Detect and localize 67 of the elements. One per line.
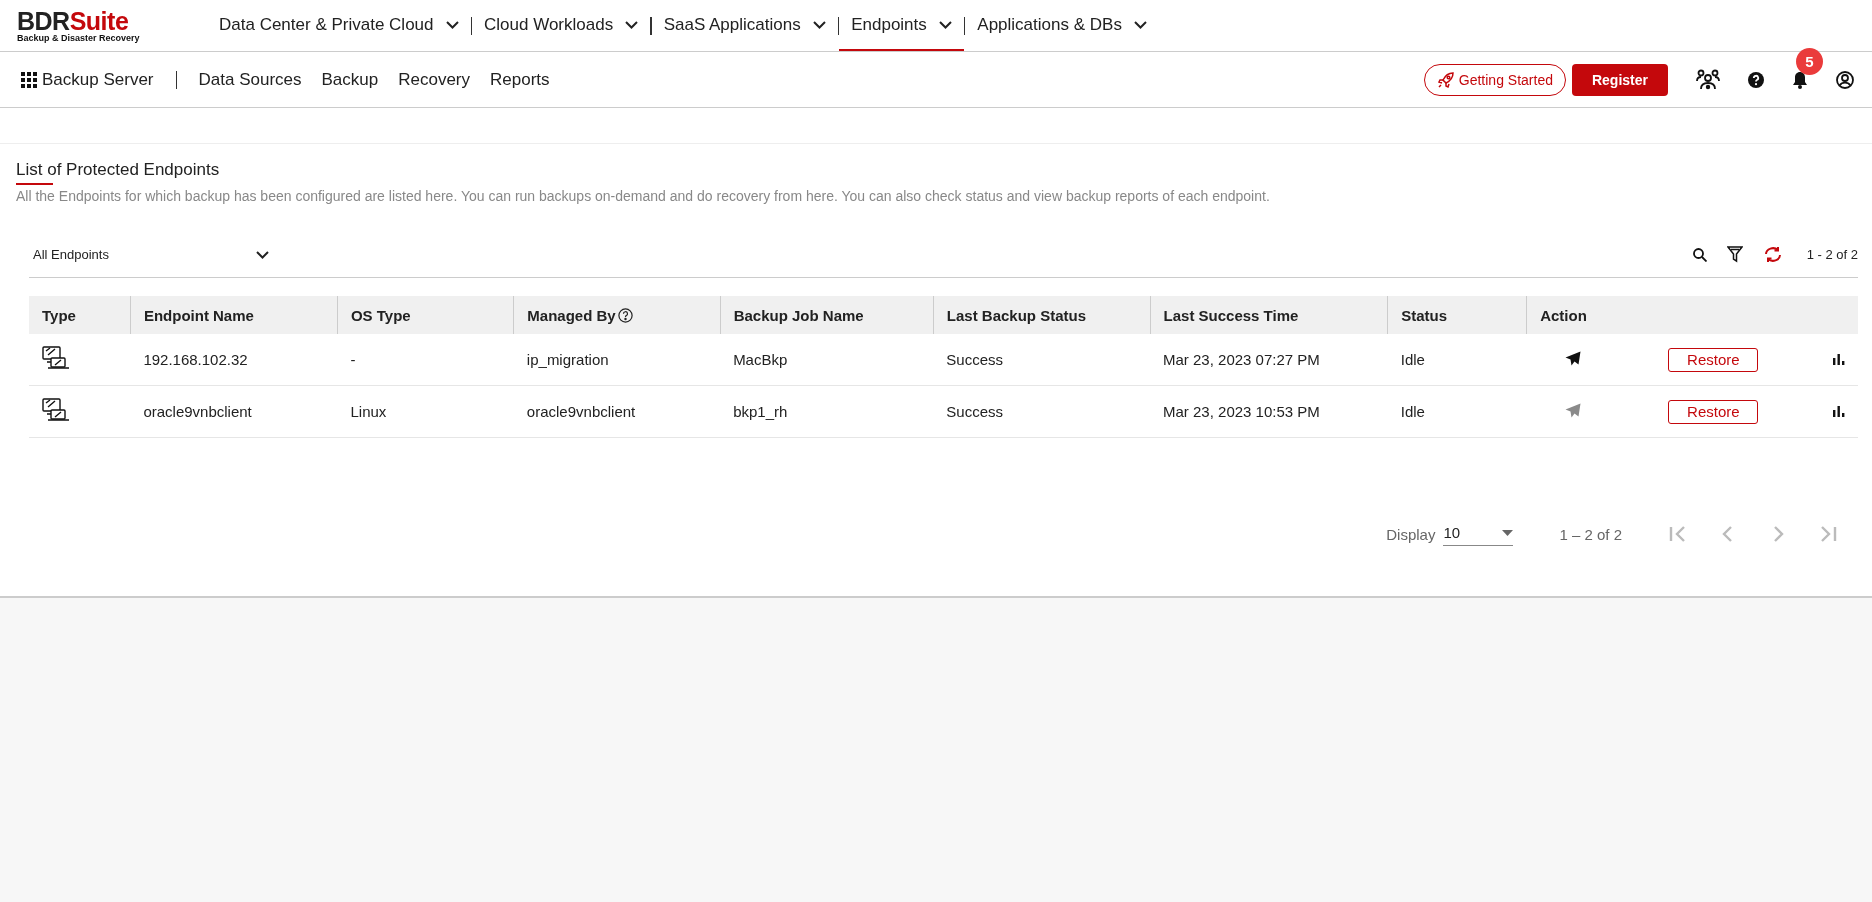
user-account-icon[interactable] (1836, 70, 1854, 89)
pagination-range: 1 – 2 of 2 (1559, 525, 1622, 543)
table-cell: 192.168.102.32 (143, 351, 248, 368)
column-header: Type (42, 306, 76, 324)
search-icon[interactable] (1692, 247, 1707, 262)
top-nav-tab[interactable]: SaaS Applications (651, 0, 838, 51)
column-header: Action (1540, 306, 1587, 324)
column-header: Backup Job Name (733, 306, 864, 324)
register-button[interactable]: Register (1571, 63, 1668, 96)
record-range: 1 - 2 of 2 (1806, 247, 1858, 262)
chevron-down-icon (256, 250, 269, 259)
table-cell: Mar 23, 2023 07:27 PM (1163, 351, 1320, 368)
brand-tagline: Backup & Disaster Recovery (17, 32, 141, 43)
table-cell: - (350, 351, 356, 368)
help-icon[interactable] (1748, 71, 1764, 88)
getting-started-button[interactable]: Getting Started (1423, 63, 1566, 96)
sub-nav-link[interactable]: Recovery (388, 69, 480, 90)
desktop-laptop-icon (42, 345, 70, 371)
column-header: Managed By (527, 306, 616, 324)
column-header: Status (1401, 306, 1448, 324)
top-nav-tab[interactable]: Data Center & Private Cloud (207, 0, 471, 51)
chevron-down-icon (938, 20, 952, 29)
table-cell: Mar 23, 2023 10:53 PM (1163, 403, 1320, 420)
table-cell: Idle (1400, 403, 1425, 420)
chevron-down-icon (625, 20, 639, 29)
rocket-icon (1436, 70, 1455, 89)
bar-chart-icon[interactable] (1833, 353, 1845, 365)
brand-logo: BDRSuite (17, 8, 130, 33)
page-size-label: Display (1386, 525, 1436, 543)
sub-nav-link[interactable]: Reports (480, 69, 560, 90)
column-header: Endpoint Name (143, 306, 254, 324)
caret-down-icon (1502, 529, 1514, 536)
chevron-down-icon (1133, 20, 1147, 29)
filter-icon[interactable] (1726, 246, 1743, 263)
users-icon[interactable] (1696, 68, 1720, 91)
paper-plane-icon[interactable] (1564, 350, 1581, 366)
help-icon[interactable] (617, 307, 633, 323)
bell-icon[interactable] (1792, 70, 1808, 89)
top-nav-tab[interactable]: Applications & DBs (965, 0, 1159, 51)
product-switcher[interactable]: Backup Server (21, 70, 177, 89)
top-nav-tab[interactable]: Cloud Workloads (472, 0, 651, 51)
table-cell: Idle (1400, 351, 1425, 368)
chevron-down-icon (445, 20, 459, 29)
table-cell: ip_migration (526, 351, 609, 368)
column-header: OS Type (350, 306, 411, 324)
grid-icon (21, 71, 37, 88)
table-cell: bkp1_rh (733, 403, 788, 420)
table-cell: oracle9vnbclient (526, 403, 636, 420)
table-cell: Success (946, 351, 1004, 368)
table-cell: oracle9vnbclient (143, 403, 252, 420)
sub-nav-link[interactable]: Backup (311, 69, 389, 90)
table-cell: Linux (350, 403, 387, 420)
table-cell: Success (946, 403, 1004, 420)
restore-button[interactable]: Restore (1668, 399, 1759, 424)
refresh-icon[interactable] (1762, 246, 1783, 263)
column-header: Last Success Time (1163, 306, 1299, 324)
endpoint-filter-dropdown[interactable]: All Endpoints (29, 247, 269, 262)
page-title: List of Protected Endpoints (16, 160, 220, 180)
chevron-down-icon (812, 20, 826, 29)
bar-chart-icon[interactable] (1833, 405, 1845, 417)
desktop-laptop-icon (42, 397, 70, 423)
page-size-select[interactable]: 10 (1443, 522, 1514, 546)
table-cell: MacBkp (733, 351, 788, 368)
sub-nav-link[interactable]: Data Sources (188, 69, 312, 90)
column-header: Last Backup Status (946, 306, 1087, 324)
page-description: All the Endpoints for which backup has been configured are listed here. You can run backups on-demand and do recovery from here. You can also check status and view backup reports of each endpoint. (16, 188, 1271, 204)
restore-button[interactable]: Restore (1668, 347, 1759, 372)
